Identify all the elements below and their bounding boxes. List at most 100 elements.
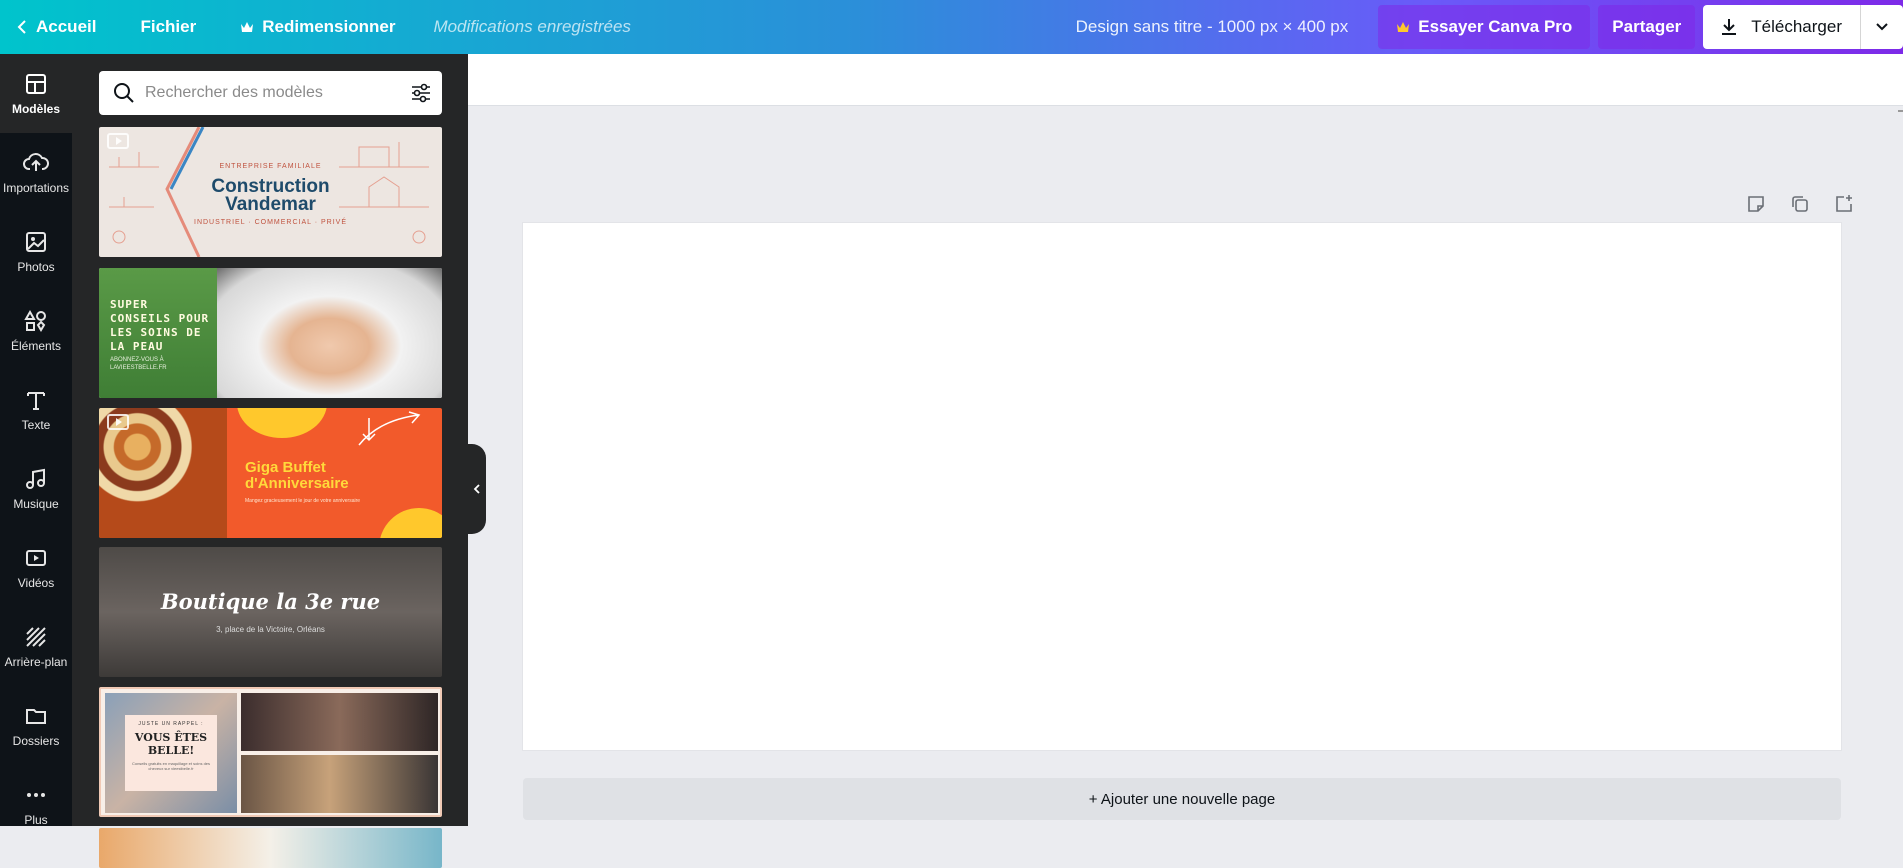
template-title: Boutique la 3e rue (160, 589, 381, 614)
top-bar: Accueil Fichier Redimensionner Modificat… (0, 0, 1903, 54)
add-page-icon-button[interactable] (1832, 192, 1856, 216)
template-title: SUPER CONSEILS POUR LES SOINS DE LA PEAU (110, 298, 210, 353)
folder-icon (26, 708, 46, 724)
rail-item-elements[interactable]: Éléments (0, 291, 72, 370)
share-button[interactable]: Partager (1598, 5, 1696, 49)
home-button[interactable]: Accueil (0, 0, 118, 54)
music-note-icon (26, 468, 45, 489)
image-icon (26, 231, 46, 252)
page-tools (1724, 192, 1856, 216)
template-title: Vandemar (225, 194, 316, 215)
template-sub: Conseils gratuits en maquillage et soins… (131, 761, 211, 771)
resize-label: Redimensionner (262, 17, 396, 36)
template-search-input[interactable] (145, 84, 395, 102)
note-icon (1748, 196, 1764, 212)
rail-label: Plus (24, 812, 48, 827)
template-footer: INDUSTRIEL · COMMERCIAL · PRIVÉ (194, 219, 347, 226)
design-title[interactable]: Design sans titre - 1000 px × 400 px (1076, 17, 1349, 37)
rail-label: Vidéos (17, 575, 55, 590)
filter-sliders-icon[interactable] (410, 82, 432, 104)
background-pattern-icon (26, 626, 46, 647)
video-badge-icon (107, 414, 129, 430)
template-title-line: d'Anniversaire (245, 475, 349, 492)
file-menu-button[interactable]: Fichier (118, 0, 218, 54)
template-kicker: JUSTE UN RAPPEL : (138, 721, 204, 727)
download-button-group: Télécharger (1703, 5, 1903, 49)
add-page-label: + Ajouter une nouvelle page (1088, 790, 1276, 808)
rail-item-templates[interactable]: Modèles (0, 54, 72, 133)
crown-icon (241, 22, 254, 32)
rail-item-text[interactable]: Texte (0, 370, 72, 449)
template-photo (241, 755, 438, 813)
share-label: Partager (1612, 17, 1682, 36)
rail-label: Texte (21, 417, 51, 432)
chevron-left-icon (473, 484, 480, 494)
template-card-block: JUSTE UN RAPPEL : VOUS ÊTES BELLE! Conse… (105, 693, 237, 813)
try-pro-button[interactable]: Essayer Canva Pro (1378, 5, 1591, 49)
editor-toolbar-strip (468, 54, 1903, 106)
rail-label: Musique (13, 496, 59, 511)
add-page-icon (1836, 195, 1852, 212)
template-card-construction[interactable]: ENTREPRISE FAMILIALE Construction Vandem… (99, 127, 442, 257)
side-rail: Modèles Importations Photos Éléments Tex… (0, 54, 72, 827)
rail-item-videos[interactable]: Vidéos (0, 528, 72, 607)
template-card-partial[interactable] (99, 828, 442, 868)
template-sub: 3, place de la Victoire, Orléans (216, 625, 325, 634)
template-quote-box: JUSTE UN RAPPEL : VOUS ÊTES BELLE! Conse… (125, 715, 217, 791)
crown-icon (1397, 22, 1410, 32)
decorative-circle (379, 508, 442, 538)
search-icon (114, 83, 134, 103)
file-label: Fichier (140, 17, 197, 36)
download-label: Télécharger (1751, 17, 1842, 36)
design-canvas[interactable] (523, 223, 1841, 750)
decorative-circle (237, 408, 327, 438)
add-new-page-button[interactable]: + Ajouter une nouvelle page (523, 778, 1841, 820)
template-sub: Mangez gracieusement le jour de votre an… (245, 498, 361, 504)
rail-label: Importations (2, 180, 70, 195)
template-title: BELLE! (147, 744, 195, 757)
template-kicker: ENTREPRISE FAMILIALE (219, 163, 322, 170)
templates-panel: ENTREPRISE FAMILIALE Construction Vandem… (72, 54, 468, 868)
download-options-button[interactable] (1861, 5, 1903, 49)
save-status: Modifications enregistrées (433, 17, 631, 36)
collapse-panel-button[interactable] (468, 444, 486, 534)
resize-button[interactable]: Redimensionner (218, 0, 417, 54)
rail-item-music[interactable]: Musique (0, 449, 72, 528)
template-photo (217, 268, 442, 398)
template-title-line: Giga Buffet (245, 459, 326, 476)
duplicate-page-button[interactable] (1788, 192, 1812, 216)
more-dots-icon (27, 792, 45, 797)
template-green-block: SUPER CONSEILS POUR LES SOINS DE LA PEAU… (99, 268, 217, 398)
rail-label: Modèles (11, 101, 60, 116)
chevron-down-icon (1876, 23, 1888, 31)
rail-label: Éléments (10, 338, 62, 353)
home-label: Accueil (36, 17, 97, 36)
upload-cloud-icon (23, 152, 49, 171)
template-title: VOUS ÊTES (134, 731, 208, 744)
templates-icon (26, 73, 46, 94)
rail-item-folders[interactable]: Dossiers (0, 686, 72, 765)
template-photo (241, 693, 438, 751)
arrow-doodle-icon (358, 411, 421, 446)
template-card-skincare[interactable]: SUPER CONSEILS POUR LES SOINS DE LA PEAU… (99, 268, 442, 398)
rail-item-uploads[interactable]: Importations (0, 133, 72, 212)
download-button[interactable]: Télécharger (1703, 5, 1861, 49)
page-note-button[interactable] (1744, 192, 1768, 216)
template-card-beauty[interactable]: JUSTE UN RAPPEL : VOUS ÊTES BELLE! Conse… (99, 687, 442, 817)
video-icon (26, 549, 46, 566)
template-card-buffet[interactable]: Giga Buffet d'Anniversaire Mangez gracie… (99, 408, 442, 538)
video-badge-icon (107, 133, 129, 149)
rail-item-photos[interactable]: Photos (0, 212, 72, 291)
rail-item-background[interactable]: Arrière-plan (0, 607, 72, 686)
template-title: Giga Buffet d'Anniversaire (245, 460, 349, 492)
template-sub: ABONNEZ-VOUS À LAVIEESTBELLE.FR (110, 357, 167, 371)
rail-label: Arrière-plan (4, 654, 68, 669)
download-icon (1722, 19, 1737, 35)
template-card-boutique[interactable]: Boutique la 3e rue 3, place de la Victoi… (99, 547, 442, 677)
shapes-icon (24, 309, 46, 332)
rail-item-more[interactable]: Plus (0, 765, 72, 844)
text-icon (27, 391, 45, 410)
copy-icon (1792, 196, 1808, 212)
template-search-box (99, 71, 442, 115)
scroll-edge-mark (1898, 110, 1903, 116)
